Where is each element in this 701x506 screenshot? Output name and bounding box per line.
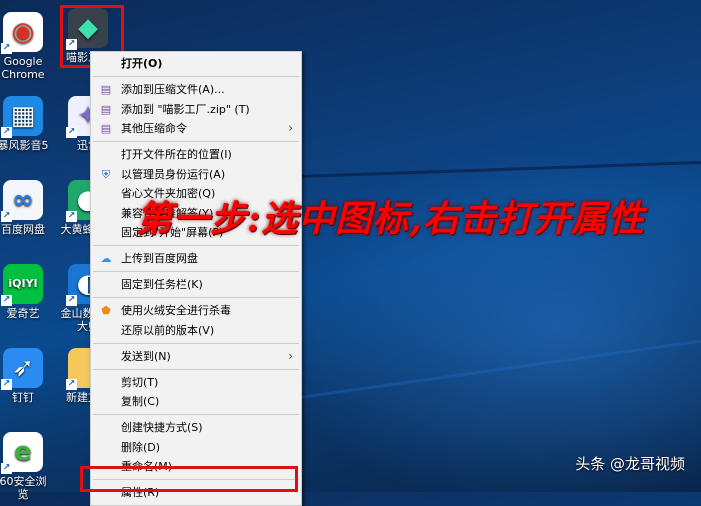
menu-item[interactable]: ▤ 添加到 "喵影工厂.zip" (T): [91, 100, 301, 120]
wallpaper-ray: [299, 160, 701, 178]
highlight-box-properties: [80, 466, 298, 492]
dingtalk-icon: ➶ ↗: [1, 348, 43, 390]
iqiyi-icon: iQIYI ↗: [1, 264, 43, 306]
baofeng-icon: ▦ ↗: [1, 96, 43, 138]
menu-item-label: 删除(D): [121, 440, 161, 454]
shortcut-arrow-icon: ↗: [1, 379, 12, 390]
shortcut-arrow-icon: ↗: [1, 295, 12, 306]
shortcut-arrow-icon: ↗: [66, 379, 77, 390]
menu-item-label: 其他压缩命令: [121, 122, 187, 135]
menu-item-label: 添加到压缩文件(A)...: [121, 83, 225, 96]
shortcut-arrow-icon: ↗: [66, 127, 77, 138]
menu-item-label: 以管理员身份运行(A): [121, 167, 226, 181]
menu-separator: [93, 342, 299, 344]
menu-separator: [93, 76, 299, 78]
menu-item[interactable]: ⬟ 使用火绒安全进行杀毒: [91, 301, 301, 321]
360-browser-icon: e ↗: [1, 432, 43, 474]
menu-item-label: 发送到(N): [121, 349, 171, 363]
menu-item-label: 剪切(T): [121, 375, 159, 389]
chevron-right-icon: ›: [288, 348, 293, 363]
menu-item[interactable]: 固定到任务栏(K): [91, 275, 301, 295]
shortcut-arrow-icon: ↗: [1, 211, 12, 222]
desktop-icon-360-browser[interactable]: e ↗ 60安全浏览: [0, 432, 51, 501]
desktop-icon-label: 钉钉: [12, 391, 34, 404]
menu-item[interactable]: 发送到(N) ›: [91, 347, 301, 367]
desktop-icon-baidu-netdisk[interactable]: ∞ ↗ 百度网盘: [0, 180, 51, 236]
desktop-icon-baofeng[interactable]: ▦ ↗ 暴风影音5: [0, 96, 51, 152]
winrar-icon: ▤: [100, 83, 112, 96]
menu-separator: [93, 271, 299, 273]
menu-item-label: 使用火绒安全进行杀毒: [121, 304, 231, 317]
menu-item[interactable]: ☁ 上传到百度网盘: [91, 249, 301, 269]
annotation-text: 第一步:选中图标,右击打开属性: [136, 198, 645, 240]
menu-item[interactable]: ▤ 其他压缩命令 ›: [91, 119, 301, 139]
menu-item[interactable]: ⛨ 以管理员身份运行(A): [91, 165, 301, 185]
menu-item[interactable]: 复制(C): [91, 392, 301, 412]
chevron-right-icon: ›: [288, 121, 293, 135]
menu-item[interactable]: 还原以前的版本(V): [91, 321, 301, 341]
shortcut-arrow-icon: ↗: [1, 43, 12, 54]
menu-separator: [93, 141, 299, 143]
watermark: 头条 @龙哥视频: [575, 455, 685, 473]
menu-item-label: 固定到任务栏(K): [121, 278, 203, 291]
shortcut-arrow-icon: ↗: [66, 211, 77, 222]
desktop-icon-label: 60安全浏览: [0, 475, 47, 501]
winrar-icon: ▤: [100, 102, 112, 116]
menu-item[interactable]: 打开(O): [91, 54, 301, 74]
baidu-netdisk-icon: ∞ ↗: [1, 180, 43, 222]
menu-item-label: 上传到百度网盘: [121, 252, 198, 265]
menu-item[interactable]: 打开文件所在的位置(I): [91, 145, 301, 165]
menu-item[interactable]: ▤ 添加到压缩文件(A)...: [91, 80, 301, 100]
menu-item-label: 复制(C): [121, 395, 160, 408]
chrome-icon: ◉ ↗: [1, 12, 43, 54]
desktop-icon-label: 百度网盘: [1, 223, 45, 236]
menu-item-label: 创建快捷方式(S): [121, 421, 203, 434]
desktop-icon-label: 爱奇艺: [6, 307, 40, 320]
shortcut-arrow-icon: ↗: [66, 295, 77, 306]
desktop-icon-label: 暴风影音5: [0, 139, 49, 152]
menu-item[interactable]: 创建快捷方式(S): [91, 418, 301, 438]
winrar-icon: ▤: [100, 122, 112, 135]
menu-separator: [93, 245, 299, 247]
menu-item-label: 添加到 "喵影工厂.zip" (T): [121, 102, 250, 116]
shortcut-arrow-icon: ↗: [1, 127, 12, 138]
uac-shield-icon: ⛨: [101, 167, 111, 181]
menu-item-label: 还原以前的版本(V): [121, 323, 215, 337]
desktop-icon-label: Google Chrome: [1, 55, 45, 81]
shortcut-arrow-icon: ↗: [1, 463, 12, 474]
baidu-netdisk-icon: ☁: [100, 252, 112, 265]
context-menu: 打开(O) ▤ 添加到压缩文件(A)... ▤ 添加到 "喵影工厂.zip" (T) ▤ 其…: [90, 51, 302, 506]
menu-item[interactable]: 删除(D): [91, 438, 301, 458]
desktop-icon-iqiyi[interactable]: iQIYI ↗ 爱奇艺: [0, 264, 51, 320]
menu-separator: [93, 414, 299, 416]
menu-item[interactable]: 剪切(T): [91, 373, 301, 393]
desktop-icon-chrome[interactable]: ◉ ↗ Google Chrome: [0, 12, 51, 81]
huorong-icon: ⬟: [101, 304, 111, 317]
menu-separator: [93, 368, 299, 370]
menu-separator: [93, 297, 299, 299]
desktop-icon-dingtalk[interactable]: ➶ ↗ 钉钉: [0, 348, 51, 404]
menu-item-label: 打开文件所在的位置(I): [121, 148, 232, 161]
menu-item-label: 打开(O): [121, 57, 163, 70]
